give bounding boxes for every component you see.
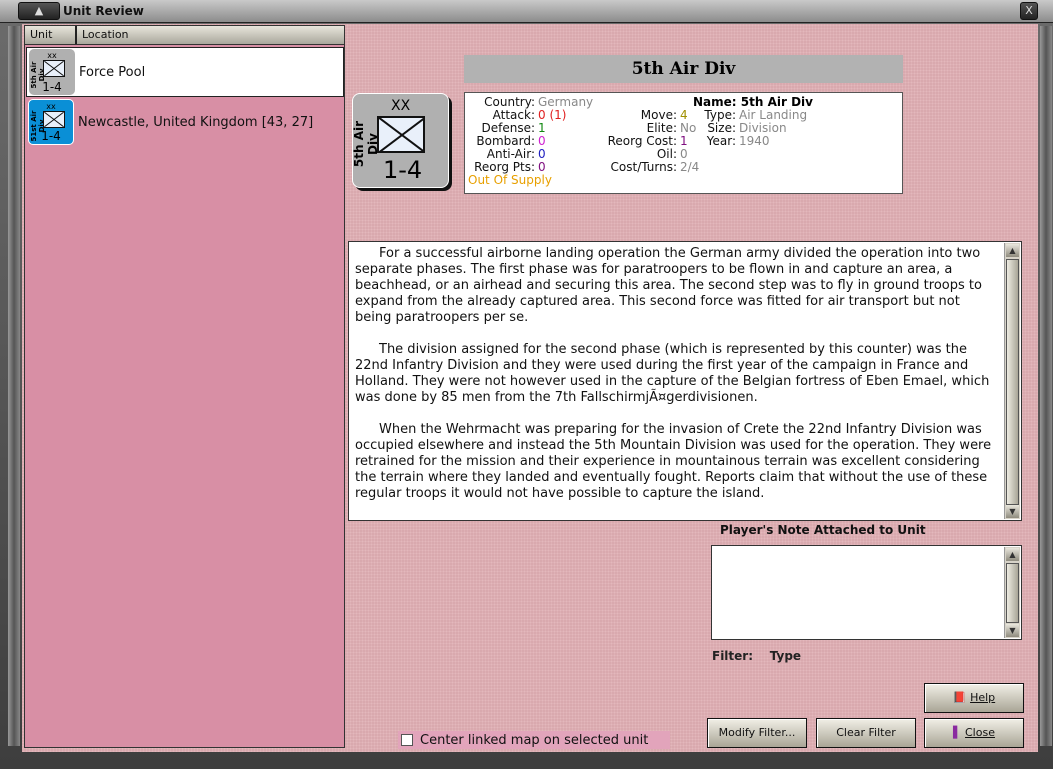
checkbox-box[interactable] (401, 734, 413, 746)
close-window-button[interactable]: X (1020, 2, 1038, 20)
stat-value: 0 (538, 160, 546, 174)
scroll-down-icon[interactable]: ▼ (1006, 624, 1019, 637)
column-location[interactable]: Location (77, 26, 344, 44)
unit-counter: XX 5th Air Div 1-4 (352, 93, 449, 188)
counter-strength: 1-4 (41, 129, 61, 143)
right-rail (1040, 26, 1052, 746)
stat-value: Germany (538, 95, 594, 109)
list-header: Unit Location (25, 26, 344, 45)
help-button[interactable]: 📕 Help (924, 683, 1024, 713)
center-map-checkbox[interactable]: Center linked map on selected unit (398, 731, 670, 749)
minimize-button[interactable]: ▲ (18, 2, 60, 20)
list-row[interactable]: xx 51st Air Div 1-4 Newcastle, United Ki… (26, 97, 344, 147)
unit-list: Unit Location xx 5th Air Div 1-4 Force P… (24, 25, 345, 748)
player-note-input[interactable]: ▲ ▼ (711, 545, 1022, 640)
description-paragraph: The division assigned for the second pha… (355, 342, 990, 405)
stat-value: 1 (538, 121, 546, 135)
stat-value: 1940 (739, 134, 770, 148)
description-paragraph: For a successful airborne landing operat… (355, 246, 982, 325)
close-label: Close (965, 726, 995, 739)
supply-status: Out Of Supply (468, 173, 552, 187)
scroll-up-icon[interactable]: ▲ (1006, 548, 1019, 561)
window-title: Unit Review (63, 4, 144, 18)
description-scrollbar[interactable]: ▲ ▼ (1004, 243, 1020, 519)
stats-col-3: Name: 5th Air Div Type: Air Landing Size: D… (693, 96, 813, 148)
checkbox-label: Center linked map on selected unit (420, 732, 649, 748)
scroll-thumb[interactable] (1006, 259, 1019, 505)
stat-value: 0 (538, 147, 546, 161)
stat-line: Year: 1940 (693, 135, 813, 148)
scroll-down-icon[interactable]: ▼ (1006, 505, 1019, 518)
modify-filter-button[interactable]: Modify Filter... (707, 718, 807, 748)
door-icon: ▌ (953, 726, 962, 739)
stat-line: Cost/Turns: 2/4 (575, 160, 700, 174)
left-rail (8, 26, 20, 746)
column-unit[interactable]: Unit (25, 26, 77, 44)
stat-value: 4 (680, 108, 688, 122)
close-button[interactable]: ▌ Close (924, 718, 1024, 748)
list-row[interactable]: xx 5th Air Div 1-4 Force Pool (26, 47, 344, 97)
row-location: Newcastle, United Kingdom [43, 27] (78, 114, 314, 130)
help-label: Help (970, 691, 996, 704)
stats-col-2: Move: 4 Elite: No Reorg Cost: 1 Oil: 0 Cost/Turn… (575, 108, 700, 174)
title-bar: ▲ Unit Review X (0, 0, 1053, 23)
stat-value: 0 (680, 147, 688, 161)
book-icon: 📕 (952, 691, 967, 704)
scroll-thumb[interactable] (1006, 563, 1019, 623)
counter-strength: 1-4 (383, 156, 423, 184)
counter-size: XX (391, 98, 411, 114)
filter-readout: Filter: Type (712, 649, 801, 663)
stat-value: 1 (680, 134, 688, 148)
description-paragraph: When the Wehrmacht was preparing for the… (355, 422, 992, 501)
unit-counter-icon: xx 51st Air Div 1-4 (28, 99, 74, 145)
stat-value: 0 (538, 134, 546, 148)
air-landing-icon (43, 111, 65, 128)
stat-value: 2/4 (680, 160, 700, 174)
stat-value: Division (739, 121, 787, 135)
stat-value: 0 (1) (538, 108, 567, 122)
counter-strength: 1-4 (42, 80, 62, 94)
note-scrollbar[interactable]: ▲ ▼ (1004, 547, 1020, 638)
unit-title: 5th Air Div (464, 55, 903, 83)
clear-filter-button[interactable]: Clear Filter (816, 718, 916, 748)
filter-value: Type (769, 649, 802, 663)
counter-name: 5th Air Div (352, 120, 380, 168)
air-landing-icon (377, 116, 425, 153)
stat-label: Year: (706, 134, 736, 148)
unit-counter-icon: xx 5th Air Div 1-4 (29, 49, 75, 95)
filter-label: Filter: (712, 649, 754, 663)
note-label: Player's Note Attached to Unit (720, 523, 926, 537)
scroll-up-icon[interactable]: ▲ (1006, 244, 1019, 257)
stat-value: Air Landing (739, 108, 808, 122)
row-location: Force Pool (79, 64, 146, 80)
unit-stats: Country: Germany Attack: 0 (1) Defense: 1 Bomb… (464, 92, 903, 194)
stat-label: Cost/Turns: (610, 160, 677, 174)
description-text: For a successful airborne landing operat… (348, 241, 1022, 521)
air-landing-icon (43, 60, 65, 77)
